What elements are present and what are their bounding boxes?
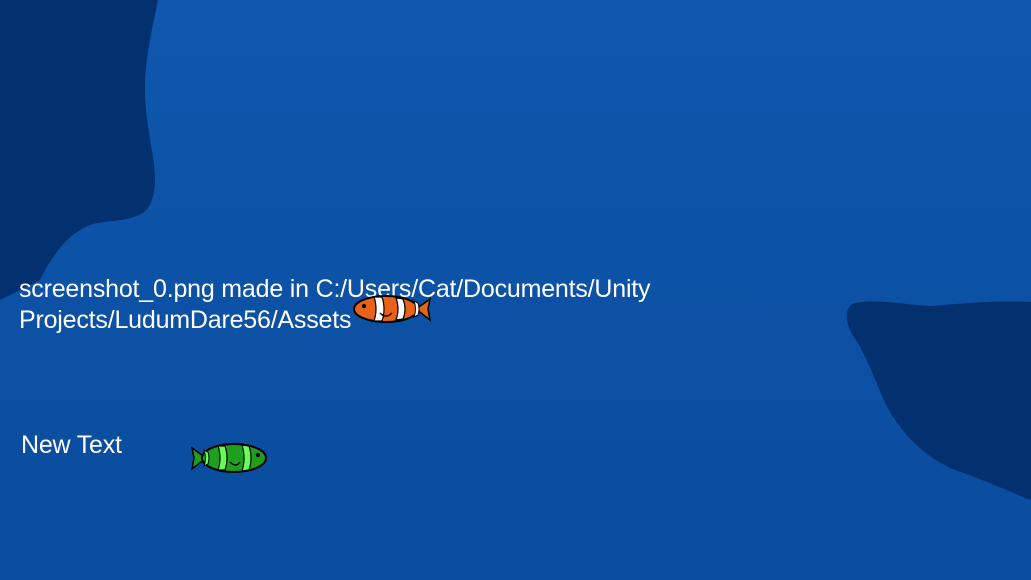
new-text-label: New Text: [21, 431, 122, 459]
rock-silhouette-right: [846, 301, 1031, 500]
clownfish-green-sprite[interactable]: [190, 440, 272, 476]
rock-silhouette-left: [0, 0, 158, 300]
clownfish-orange-sprite[interactable]: [350, 293, 432, 325]
game-scene: screenshot_0.png made in C:/Users/Cat/Do…: [0, 0, 1031, 580]
